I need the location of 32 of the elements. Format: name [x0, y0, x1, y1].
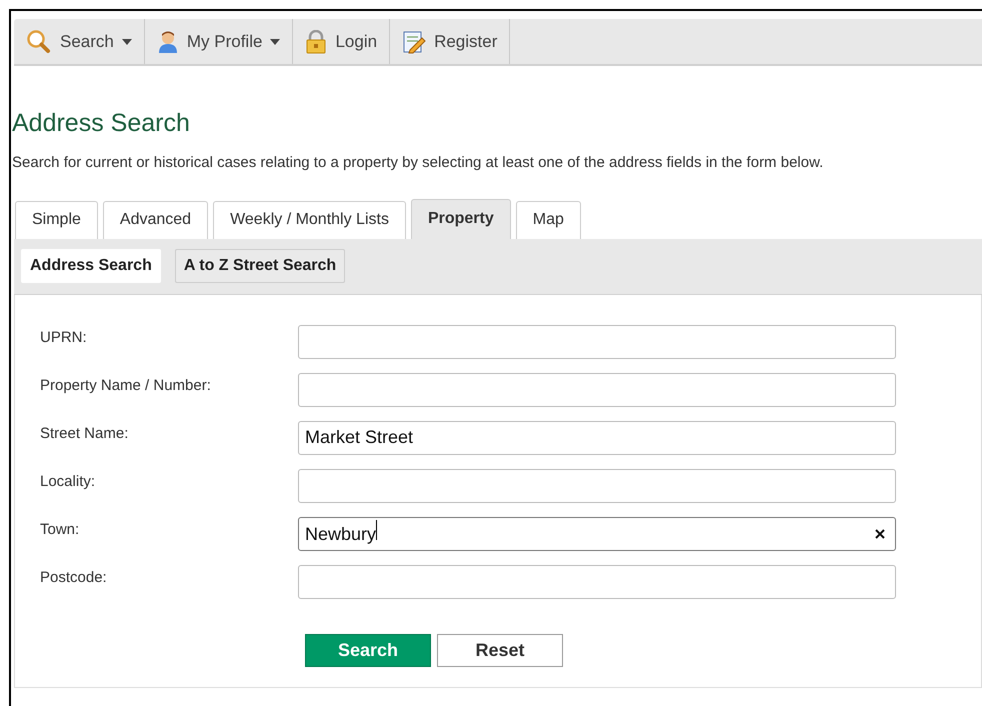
toolbar-button[interactable]: My Profile	[144, 19, 294, 64]
field-label: Postcode:	[39, 568, 108, 588]
tab[interactable]: Map	[516, 200, 581, 238]
tab[interactable]: Simple	[15, 200, 98, 238]
subtab[interactable]: Address Search	[21, 249, 161, 283]
toolbar-button[interactable]: Login	[293, 19, 390, 64]
input-field[interactable]: Newbury	[298, 516, 896, 550]
toolbar-button[interactable]: Search	[14, 19, 145, 64]
reset-button[interactable]: Reset	[437, 634, 563, 666]
input-field[interactable]	[298, 372, 896, 406]
padlock-icon	[305, 30, 328, 54]
description: Search for current or historical cases relating to a property by selecting at least one of the address fields in the form below.	[12, 153, 824, 173]
form-pencil-icon	[402, 30, 426, 54]
magnifier-icon	[26, 28, 52, 54]
subtab[interactable]: A to Z Street Search	[174, 249, 346, 283]
search-button[interactable]: Search	[305, 634, 431, 666]
field-label: Street Name:	[39, 424, 130, 444]
field-label: UPRN:	[39, 328, 88, 348]
page-heading: Address Search	[12, 108, 191, 138]
field-label: Town:	[39, 520, 80, 540]
toolbar-button[interactable]: Register	[390, 19, 510, 64]
field-label: Property Name / Number:	[39, 376, 212, 396]
tab[interactable]: Property	[410, 198, 511, 238]
clear-icon[interactable]	[875, 528, 885, 538]
person-icon	[156, 30, 179, 54]
field-label: Locality:	[39, 472, 96, 492]
input-field[interactable]	[298, 324, 896, 358]
input-field[interactable]: Market Street	[298, 420, 896, 454]
tab[interactable]: Advanced	[102, 200, 208, 238]
input-field[interactable]	[298, 564, 896, 598]
tab[interactable]: Weekly / Monthly Lists	[213, 200, 406, 238]
input-field[interactable]	[298, 468, 896, 502]
